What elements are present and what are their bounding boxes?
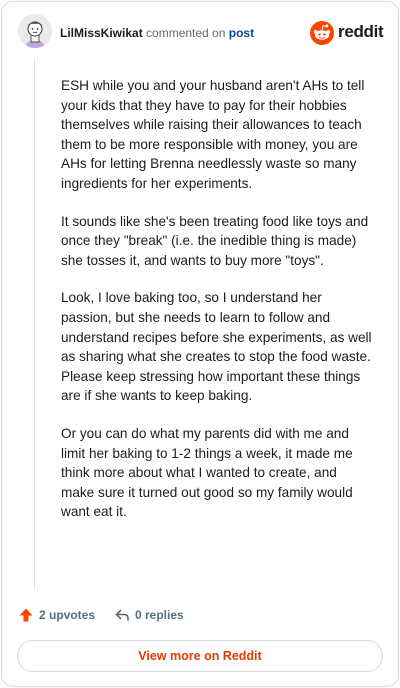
avatar-illustration-icon	[18, 14, 52, 48]
comment-paragraph: It sounds like she's been treating food …	[61, 213, 369, 268]
reply-arrow-icon	[115, 609, 129, 621]
upvote-button[interactable]: 2 upvotes	[18, 604, 95, 626]
brand-wordmark: reddit	[338, 22, 384, 41]
upvote-count: 2 upvotes	[39, 608, 96, 622]
reddit-snoo-icon	[310, 21, 334, 45]
reply-count: 0 replies	[135, 608, 184, 622]
reddit-logo[interactable]: reddit	[310, 21, 384, 45]
reply-button[interactable]: 0 replies	[114, 604, 184, 626]
comment-actions: 2 upvotes 0 replies	[18, 604, 378, 626]
comment-paragraph: Look, I love baking too, so I understand…	[61, 290, 372, 404]
view-more-label: View more on Reddit	[138, 649, 262, 663]
thread-line	[34, 58, 35, 590]
comment-meta: LilMissKiwikat commented on post	[60, 26, 254, 40]
avatar[interactable]	[18, 14, 52, 48]
comment-header: LilMissKiwikat commented on post reddit	[18, 14, 384, 50]
action-text: commented on	[146, 26, 226, 40]
comment-body: ESH while you and your husband aren't AH…	[61, 76, 373, 540]
view-more-button[interactable]: View more on Reddit	[17, 640, 383, 672]
comment-paragraph: ESH while you and your husband aren't AH…	[61, 78, 365, 191]
post-link[interactable]: post	[229, 26, 254, 40]
username-link[interactable]: LilMissKiwikat	[60, 26, 143, 40]
comment-paragraph: Or you can do what my parents did with m…	[61, 425, 353, 520]
arrow-up-icon	[19, 608, 33, 622]
